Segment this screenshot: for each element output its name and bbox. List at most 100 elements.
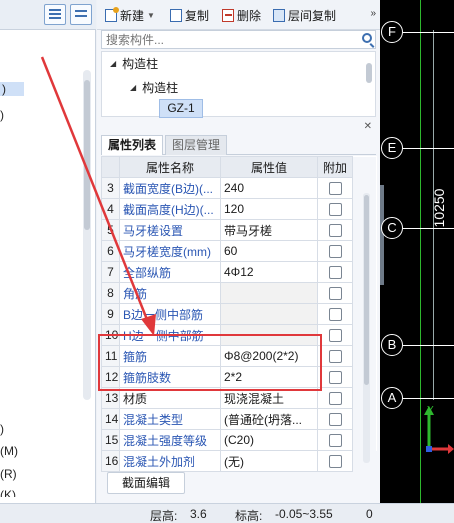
left-toolbar [0,0,96,30]
tab-properties[interactable]: 属性列表 [101,135,164,155]
row-index: 16 [101,450,120,472]
floor-copy-button[interactable]: 层间复制 [273,7,336,24]
extra-cell[interactable] [317,282,353,304]
extra-checkbox[interactable] [328,413,342,427]
extra-cell[interactable] [317,429,353,451]
property-value[interactable] [220,324,318,346]
extra-checkbox[interactable] [328,245,342,259]
property-value[interactable]: 240 [220,177,318,199]
extra-checkbox[interactable] [328,455,342,469]
property-value[interactable]: (C20) [220,429,318,451]
left-scrollbar[interactable] [83,70,91,400]
property-value[interactable]: (无) [220,450,318,472]
property-value[interactable] [220,303,318,325]
left-list-item[interactable]: ) [0,108,4,122]
extra-cell[interactable] [317,345,353,367]
left-list-item[interactable]: (K) [0,488,16,497]
floor-height-value: 3.6 [190,507,207,521]
extra-cell[interactable] [317,177,353,199]
row-index: 11 [101,345,120,367]
table-row[interactable]: 8 角筋 [101,282,377,304]
property-value[interactable]: 现浇混凝土 [220,387,318,409]
tree-scrollbar[interactable] [366,63,372,83]
table-row[interactable]: 10 H边一侧中部筋 [101,324,377,346]
tab-layers[interactable]: 图层管理 [165,135,228,155]
extra-cell[interactable] [317,387,353,409]
search-icon[interactable] [362,33,372,43]
extra-checkbox[interactable] [328,434,342,448]
table-row[interactable]: 5 马牙槎设置 带马牙槎 [101,219,377,241]
row-index: 4 [101,198,120,220]
extra-cell[interactable] [317,219,353,241]
property-value[interactable]: 60 [220,240,318,262]
property-value[interactable]: 120 [220,198,318,220]
extra-checkbox[interactable] [328,266,342,280]
property-value[interactable]: Φ8@200(2*2) [220,345,318,367]
extra-cell[interactable] [317,240,353,262]
table-row[interactable]: 14 混凝土类型 (普通砼(坍落... [101,408,377,430]
row-index: 6 [101,240,120,262]
expand-triangle-icon[interactable]: ◢ [110,59,116,68]
floor-copy-icon [273,9,285,22]
property-value[interactable]: 4Φ12 [220,261,318,283]
extra-checkbox[interactable] [328,287,342,301]
tree-node-selected[interactable]: GZ-1 [159,99,203,118]
table-row[interactable]: 6 马牙槎宽度(mm) 60 [101,240,377,262]
new-label: 新建 [120,9,145,23]
expand-triangle-icon[interactable]: ◢ [130,83,136,92]
extra-cell[interactable] [317,450,353,472]
table-scrollbar[interactable] [363,193,370,463]
extra-checkbox[interactable] [328,308,342,322]
dimension-tick [429,345,438,346]
property-value[interactable]: (普通砼(坍落... [220,408,318,430]
table-row[interactable]: 16 混凝土外加剂 (无) [101,450,377,472]
table-row[interactable]: 4 截面高度(H边)(... 120 [101,198,377,220]
list-view-button[interactable] [44,4,66,25]
table-row[interactable]: 3 截面宽度(B边)(... 240 [101,177,377,199]
left-list-item[interactable]: ) [0,82,24,96]
elevation-label: 标高: [235,509,263,523]
table-row[interactable]: 7 全部纵筋 4Φ12 [101,261,377,283]
table-row[interactable]: 13 材质 现浇混凝土 [101,387,377,409]
new-button[interactable]: 新建 ▼ [105,7,155,24]
table-row[interactable]: 9 B边一侧中部筋 [101,303,377,325]
extra-cell[interactable] [317,324,353,346]
extra-checkbox[interactable] [328,371,342,385]
extra-cell[interactable] [317,198,353,220]
left-list-item[interactable]: (R) [0,467,17,481]
search-input[interactable] [101,30,376,49]
header-name: 属性名称 [119,156,221,178]
left-list-item[interactable]: ) [0,422,4,436]
close-icon[interactable]: ✕ [364,121,372,132]
extra-checkbox[interactable] [328,182,342,196]
delete-icon [222,9,234,22]
more-icon[interactable]: » [370,8,376,19]
extra-cell[interactable] [317,303,353,325]
extra-cell[interactable] [317,408,353,430]
extra-cell[interactable] [317,366,353,388]
section-edit-button[interactable]: 截面编辑 [107,472,185,494]
property-name: B边一侧中部筋 [119,303,221,325]
property-value[interactable] [220,282,318,304]
extra-checkbox[interactable] [328,203,342,217]
table-row[interactable]: 11 箍筋 Φ8@200(2*2) [101,345,377,367]
property-name: 角筋 [119,282,221,304]
extra-cell[interactable] [317,261,353,283]
property-value[interactable]: 2*2 [220,366,318,388]
extra-checkbox[interactable] [328,224,342,238]
delete-button[interactable]: 删除 [222,7,261,24]
left-panel: ) ) ) (M) (R) (K) 4 [0,0,96,523]
table-row[interactable]: 12 箍筋肢数 2*2 [101,366,377,388]
extra-checkbox[interactable] [328,392,342,406]
detail-view-button[interactable] [70,4,92,25]
table-row[interactable]: 15 混凝土强度等级 (C20) [101,429,377,451]
property-value[interactable]: 带马牙槎 [220,219,318,241]
extra-checkbox[interactable] [328,329,342,343]
drawing-canvas[interactable]: F E C B A 10250 Y [380,0,454,523]
left-list-item[interactable]: (M) [0,444,18,458]
tree-node-child[interactable]: ◢ 构造柱 [130,79,178,96]
extra-checkbox[interactable] [328,350,342,364]
property-name: H边一侧中部筋 [119,324,221,346]
tree-node-root[interactable]: ◢ 构造柱 [110,55,158,72]
copy-button[interactable]: 复制 [170,7,209,24]
